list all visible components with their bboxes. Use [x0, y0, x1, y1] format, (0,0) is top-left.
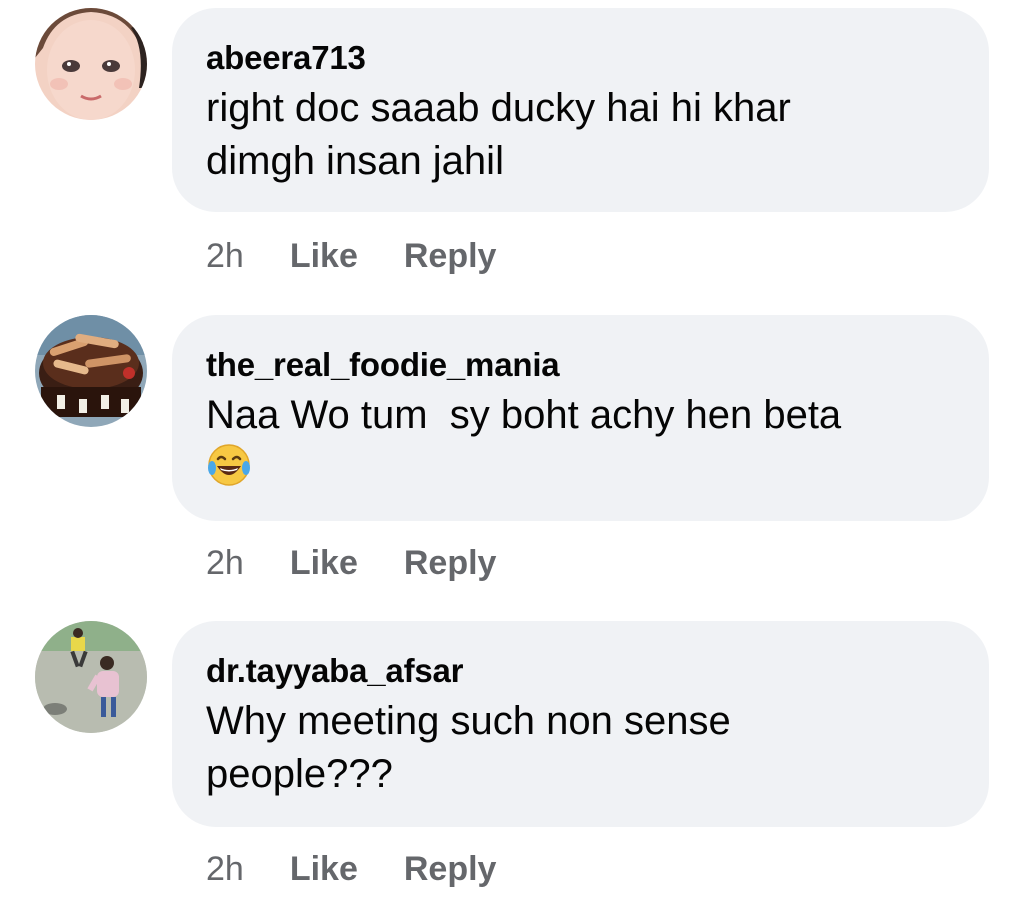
comment-list: abeera713 right doc saaab ducky hai hi k… — [0, 0, 1024, 899]
comment-bubble: abeera713 right doc saaab ducky hai hi k… — [172, 8, 989, 212]
comment-timestamp[interactable]: 2h — [206, 541, 244, 585]
comment-username[interactable]: the_real_foodie_mania — [206, 345, 959, 385]
reply-button[interactable]: Reply — [404, 847, 497, 891]
comment-timestamp[interactable]: 2h — [206, 234, 244, 278]
avatar[interactable] — [35, 621, 147, 733]
comment-username[interactable]: abeera713 — [206, 38, 959, 78]
avatar[interactable] — [35, 8, 147, 120]
comment-actions: 2h Like Reply — [206, 847, 496, 891]
avatar[interactable] — [35, 315, 147, 427]
comment-text: Naa Wo tum sy boht achy hen beta — [206, 389, 946, 496]
comment-bubble: the_real_foodie_mania Naa Wo tum sy boht… — [172, 315, 989, 521]
comment-actions: 2h Like Reply — [206, 541, 496, 585]
comment-text: right doc saaab ducky hai hi khar dimgh … — [206, 86, 791, 183]
comment-bubble: dr.tayyaba_afsar Why meeting such non se… — [172, 621, 989, 827]
reply-button[interactable]: Reply — [404, 541, 497, 585]
laughing-tears-emoji-icon — [206, 442, 252, 488]
like-button[interactable]: Like — [290, 847, 358, 891]
reply-button[interactable]: Reply — [404, 234, 497, 278]
baby-face-avatar-icon — [35, 8, 147, 120]
comment-text-body: Naa Wo tum sy boht achy hen beta — [206, 393, 842, 437]
like-button[interactable]: Like — [290, 234, 358, 278]
comment-text: Why meeting such non sense people??? — [206, 699, 731, 796]
comment-timestamp[interactable]: 2h — [206, 847, 244, 891]
comment-username[interactable]: dr.tayyaba_afsar — [206, 651, 959, 691]
like-button[interactable]: Like — [290, 541, 358, 585]
chocolate-cake-avatar-icon — [35, 315, 147, 427]
comment-actions: 2h Like Reply — [206, 234, 496, 278]
children-playing-avatar-icon — [35, 621, 147, 733]
